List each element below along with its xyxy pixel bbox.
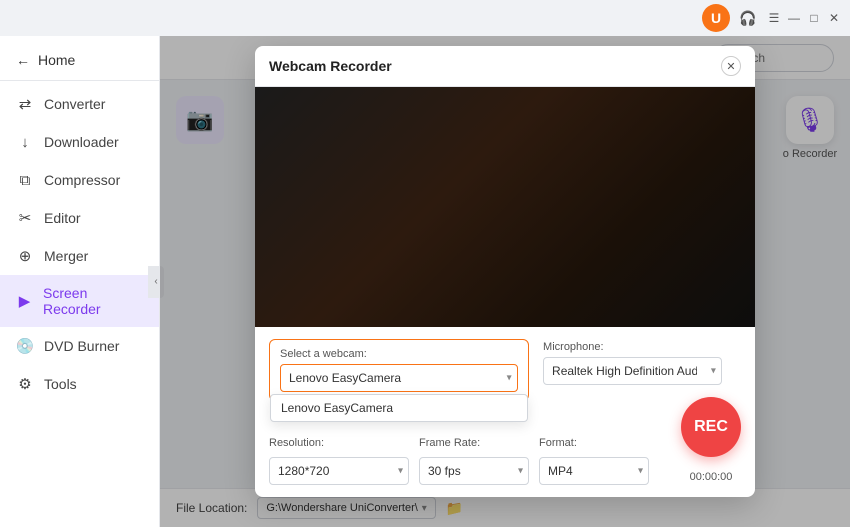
sidebar-item-downloader[interactable]: ↓ Downloader — [0, 123, 159, 161]
row-controls: Resolution: 1280*720 ▾ Frame Rate: — [269, 437, 741, 485]
modal-close-button[interactable]: ✕ — [721, 56, 741, 76]
format-label: Format: — [539, 437, 649, 449]
app-body: ← Home ⇄ Converter ↓ Downloader ⧉ Compre… — [0, 36, 850, 527]
modal-overlay: Webcam Recorder ✕ Select a webcam: Lenov… — [160, 36, 850, 527]
timer-display: 00:00:00 — [681, 471, 741, 483]
resolution-label: Resolution: — [269, 437, 409, 449]
framerate-group: Frame Rate: 30 fps ▾ — [419, 437, 529, 485]
maximize-button[interactable]: □ — [806, 10, 822, 26]
headphone-icon[interactable]: 🎧 — [734, 4, 762, 32]
sidebar-item-compressor[interactable]: ⧉ Compressor — [0, 161, 159, 199]
title-bar: U 🎧 ☰ — □ ✕ — [0, 0, 850, 36]
tools-icon: ⚙ — [16, 375, 34, 393]
resolution-group: Resolution: 1280*720 ▾ — [269, 437, 409, 485]
editor-icon: ✂ — [16, 209, 34, 227]
sidebar-item-tools[interactable]: ⚙ Tools — [0, 365, 159, 403]
webcam-select-label: Select a webcam: — [280, 348, 518, 360]
sidebar-label-tools: Tools — [44, 376, 77, 392]
sidebar-label-converter: Converter — [44, 96, 105, 112]
sidebar-item-editor[interactable]: ✂ Editor — [0, 199, 159, 237]
sidebar-label-editor: Editor — [44, 210, 81, 226]
sidebar-label-dvd-burner: DVD Burner — [44, 338, 119, 354]
dvd-burner-icon: 💿 — [16, 337, 34, 355]
mic-select-label: Microphone: — [543, 341, 722, 353]
sidebar: ← Home ⇄ Converter ↓ Downloader ⧉ Compre… — [0, 36, 160, 527]
mic-select[interactable]: Realtek High Definition Audio — [543, 357, 722, 385]
sidebar-item-converter[interactable]: ⇄ Converter — [0, 85, 159, 123]
sidebar-item-home[interactable]: ← Home — [0, 44, 159, 76]
user-avatar[interactable]: U — [702, 4, 730, 32]
sidebar-divider — [0, 80, 159, 81]
sidebar-label-screen-recorder: Screen Recorder — [43, 285, 143, 317]
video-preview — [255, 87, 755, 327]
webcam-dropdown-list: Lenovo EasyCamera — [270, 394, 528, 422]
converter-icon: ⇄ — [16, 95, 34, 113]
sidebar-item-dvd-burner[interactable]: 💿 DVD Burner — [0, 327, 159, 365]
framerate-label: Frame Rate: — [419, 437, 529, 449]
resolution-select[interactable]: 1280*720 — [269, 457, 409, 485]
merger-icon: ⊕ — [16, 247, 34, 265]
webcam-dropdown-item[interactable]: Lenovo EasyCamera — [271, 395, 527, 421]
sidebar-label-merger: Merger — [44, 248, 88, 264]
sidebar-label-compressor: Compressor — [44, 172, 120, 188]
downloader-icon: ↓ — [16, 133, 34, 151]
modal-title: Webcam Recorder — [269, 58, 392, 74]
close-button[interactable]: ✕ — [826, 10, 842, 26]
framerate-select[interactable]: 30 fps — [419, 457, 529, 485]
modal-header: Webcam Recorder ✕ — [255, 46, 755, 87]
screen-recorder-icon: ▶ — [16, 292, 33, 310]
format-select[interactable]: MP4 — [539, 457, 649, 485]
compressor-icon: ⧉ — [16, 171, 34, 189]
webcam-select[interactable]: Lenovo EasyCamera — [280, 364, 518, 392]
format-group: Format: MP4 ▾ — [539, 437, 649, 485]
main-content: 🎙 o Recorder 📷 File Location: G:\Wonders… — [160, 36, 850, 527]
controls-area: Select a webcam: Lenovo EasyCamera ▾ Len… — [255, 327, 755, 497]
menu-icon[interactable]: ☰ — [766, 10, 782, 26]
home-label: Home — [38, 52, 75, 68]
webcam-recorder-modal: Webcam Recorder ✕ Select a webcam: Lenov… — [255, 46, 755, 497]
title-bar-icons: U 🎧 ☰ — □ ✕ — [702, 4, 842, 32]
sidebar-item-merger[interactable]: ⊕ Merger — [0, 237, 159, 275]
sidebar-label-downloader: Downloader — [44, 134, 119, 150]
sidebar-item-screen-recorder[interactable]: ▶ Screen Recorder — [0, 275, 159, 327]
rec-label: REC — [694, 418, 728, 436]
minimize-button[interactable]: — — [786, 10, 802, 26]
back-arrow-icon: ← — [16, 52, 30, 68]
rec-button[interactable]: REC — [681, 397, 741, 457]
